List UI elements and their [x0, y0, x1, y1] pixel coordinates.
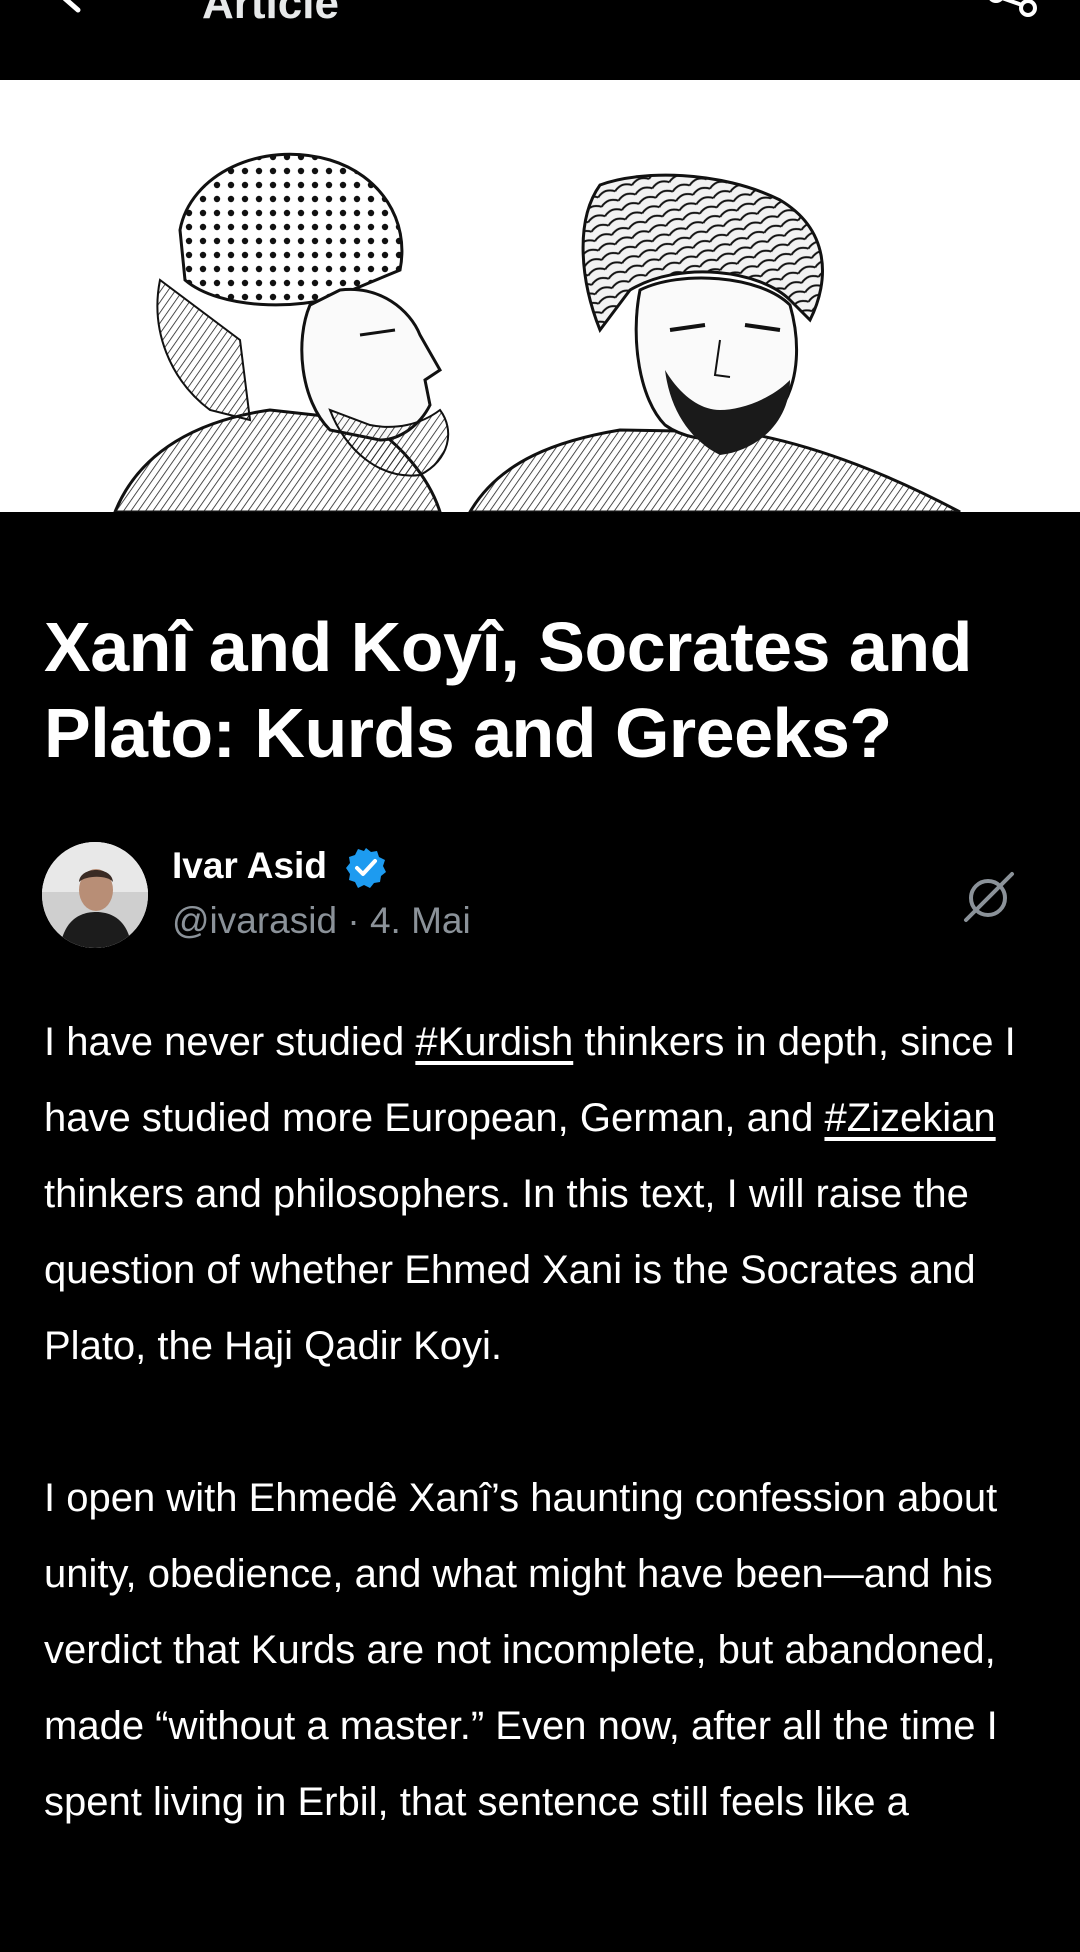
text-run: I have never studied: [44, 1020, 416, 1064]
engraved-portraits-illustration: [113, 152, 961, 512]
author-name[interactable]: Ivar Asid: [172, 844, 327, 888]
article-page: Article Xanî and Koyî, Socrates and Plat…: [0, 0, 1080, 1952]
article-body: I have never studied #Kurdish thinkers i…: [44, 1004, 1054, 1916]
right-figure: [468, 173, 961, 512]
author-handle[interactable]: @ivarasid: [172, 900, 337, 941]
hashtag-kurdish-link[interactable]: #Kurdish: [415, 1020, 573, 1064]
hashtag-zizekian-link[interactable]: #Zizekian: [824, 1096, 995, 1140]
left-figure: [113, 152, 450, 512]
grok-icon[interactable]: [960, 870, 1016, 926]
share-icon[interactable]: [982, 0, 1042, 34]
article-title: Xanî and Koyî, Socrates and Plato: Kurds…: [44, 608, 972, 772]
avatar-photo: [42, 842, 148, 948]
paragraph-1: I have never studied #Kurdish thinkers i…: [44, 1004, 1054, 1384]
meta-separator: ·: [337, 900, 370, 941]
text-run: thinkers and philosophers. In this text,…: [44, 1172, 976, 1368]
author-meta: @ivarasid · 4. Mai: [172, 898, 471, 944]
page-title: Article: [202, 0, 339, 28]
verified-badge-icon: [346, 848, 386, 888]
arrow-left-icon[interactable]: [52, 0, 108, 28]
post-date: 4. Mai: [369, 900, 471, 941]
cover-image[interactable]: [0, 80, 1080, 512]
avatar[interactable]: [42, 842, 148, 948]
top-bar: Article: [0, 0, 1080, 80]
paragraph-2: I open with Ehmedê Xanî’s haunting confe…: [44, 1476, 998, 1824]
